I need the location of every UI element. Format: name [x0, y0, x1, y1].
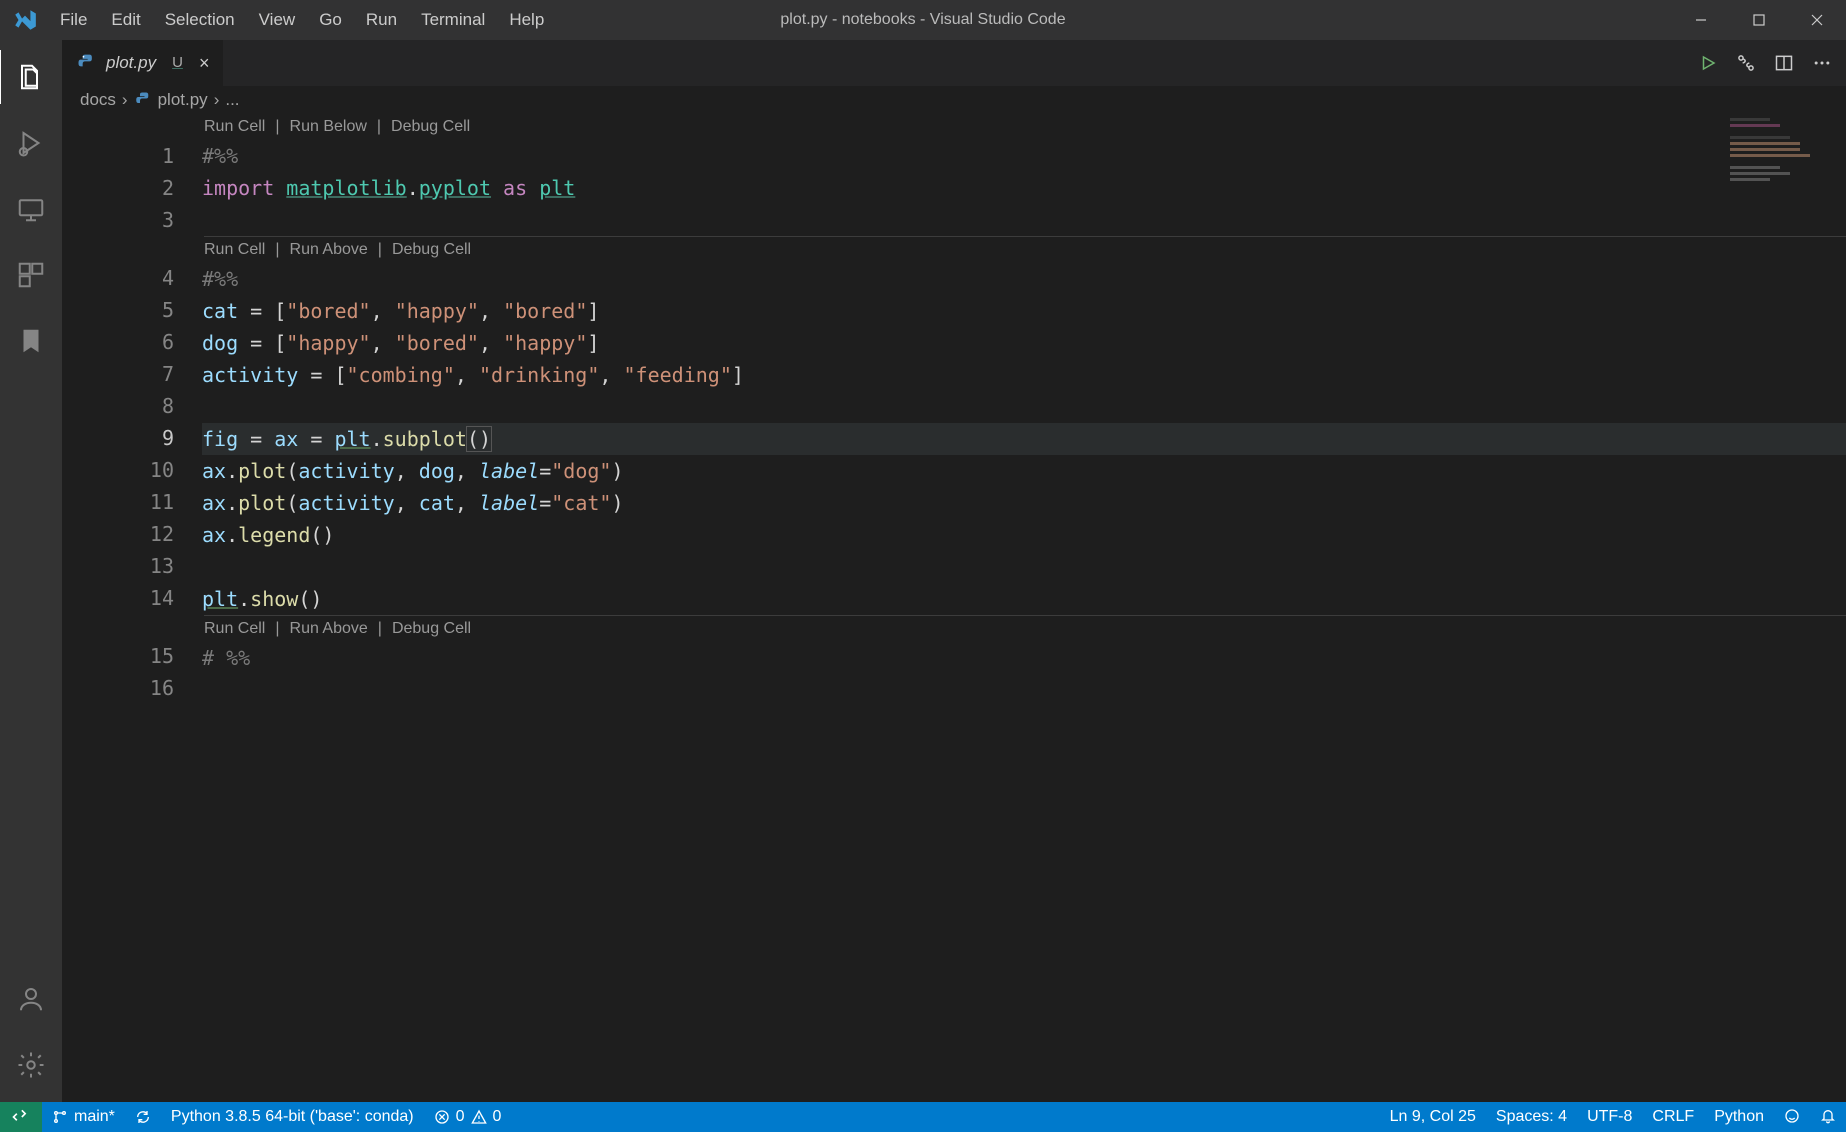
- activity-bar: [0, 40, 62, 1102]
- code-line[interactable]: cat = ["bored", "happy", "bored"]: [202, 295, 1846, 327]
- status-spaces[interactable]: Spaces: 4: [1486, 1108, 1577, 1126]
- minimize-button[interactable]: [1672, 0, 1730, 40]
- menu-selection[interactable]: Selection: [153, 0, 247, 40]
- status-cursor[interactable]: Ln 9, Col 25: [1380, 1108, 1486, 1126]
- code-line[interactable]: import matplotlib.pyplot as plt: [202, 172, 1846, 204]
- code-line[interactable]: [202, 391, 1846, 423]
- code-line[interactable]: plt.show(): [202, 583, 1846, 615]
- code-line[interactable]: ax.plot(activity, dog, label="dog"): [202, 455, 1846, 487]
- code-line[interactable]: ax.plot(activity, cat, label="cat"): [202, 487, 1846, 519]
- menu-file[interactable]: File: [48, 0, 99, 40]
- close-button[interactable]: [1788, 0, 1846, 40]
- breadcrumb-item[interactable]: plot.py: [158, 90, 208, 110]
- remote-status-icon[interactable]: [0, 1102, 42, 1132]
- minimap[interactable]: [1726, 114, 1836, 204]
- code-line[interactable]: activity = ["combing", "drinking", "feed…: [202, 359, 1846, 391]
- codelens-cell2: Run Cell| Run Above| Debug Cell: [204, 236, 1846, 263]
- explorer-icon[interactable]: [0, 50, 63, 104]
- code-line[interactable]: ax.legend(): [202, 519, 1846, 551]
- status-eol[interactable]: CRLF: [1642, 1108, 1704, 1126]
- codelens-run-cell[interactable]: Run Cell: [204, 616, 265, 642]
- code-line[interactable]: #%%: [202, 140, 1846, 172]
- status-encoding[interactable]: UTF-8: [1577, 1108, 1642, 1126]
- status-problems[interactable]: 0 0: [424, 1102, 512, 1132]
- python-file-icon: [134, 91, 152, 109]
- status-interpreter[interactable]: Python 3.8.5 64-bit ('base': conda): [161, 1102, 424, 1132]
- tab-filename: plot.py: [106, 53, 156, 73]
- code-editor[interactable]: 1 2 3 4 5 6 7 8 9 10 11 12 13 14 15 16: [62, 114, 1846, 1102]
- codelens-run-below[interactable]: Run Below: [290, 114, 367, 140]
- bookmark-icon[interactable]: [0, 314, 62, 368]
- breadcrumb-item[interactable]: docs: [80, 90, 116, 110]
- breadcrumb-item[interactable]: ...: [225, 90, 239, 110]
- codelens-run-cell[interactable]: Run Cell: [204, 114, 265, 140]
- code-line[interactable]: [202, 551, 1846, 583]
- vscode-logo-icon: [12, 7, 38, 33]
- tab-plot-py[interactable]: plot.py U ×: [62, 40, 223, 86]
- menu-help[interactable]: Help: [497, 0, 556, 40]
- title-bar: File Edit Selection View Go Run Terminal…: [0, 0, 1846, 40]
- run-debug-icon[interactable]: [0, 116, 62, 170]
- run-file-icon[interactable]: [1696, 51, 1720, 75]
- menu-terminal[interactable]: Terminal: [409, 0, 497, 40]
- menu-edit[interactable]: Edit: [99, 0, 152, 40]
- codelens-debug-cell[interactable]: Debug Cell: [391, 114, 470, 140]
- menu-go[interactable]: Go: [307, 0, 354, 40]
- status-feedback-icon[interactable]: [1774, 1108, 1810, 1124]
- line-number-gutter: 1 2 3 4 5 6 7 8 9 10 11 12 13 14 15 16: [62, 114, 202, 1102]
- status-branch[interactable]: main*: [42, 1102, 125, 1132]
- codelens-run-cell[interactable]: Run Cell: [204, 237, 265, 263]
- split-editor-icon[interactable]: [1772, 51, 1796, 75]
- python-file-icon: [76, 53, 96, 73]
- menu-bar: File Edit Selection View Go Run Terminal…: [48, 0, 556, 40]
- more-actions-icon[interactable]: [1810, 51, 1834, 75]
- status-sync-icon[interactable]: [125, 1102, 161, 1132]
- settings-gear-icon[interactable]: [0, 1038, 62, 1092]
- code-line[interactable]: # %%: [202, 642, 1846, 674]
- compare-changes-icon[interactable]: [1734, 51, 1758, 75]
- remote-explorer-icon[interactable]: [0, 182, 62, 236]
- menu-run[interactable]: Run: [354, 0, 409, 40]
- tab-close-icon[interactable]: ×: [199, 54, 210, 72]
- code-line[interactable]: [202, 204, 1846, 236]
- tab-bar: plot.py U ×: [62, 40, 1846, 86]
- codelens-run-above[interactable]: Run Above: [290, 616, 368, 642]
- maximize-button[interactable]: [1730, 0, 1788, 40]
- code-line-current[interactable]: fig = ax = plt.subplot(): [202, 423, 1846, 455]
- code-line[interactable]: [202, 674, 1846, 706]
- window-controls: [1672, 0, 1846, 40]
- accounts-icon[interactable]: [0, 972, 62, 1026]
- code-line[interactable]: dog = ["happy", "bored", "happy"]: [202, 327, 1846, 359]
- codelens-cell1: Run Cell| Run Below| Debug Cell: [204, 114, 1846, 140]
- chevron-right-icon: ›: [214, 90, 220, 110]
- tab-modified-marker: U: [172, 54, 183, 71]
- codelens-cell3: Run Cell| Run Above| Debug Cell: [204, 615, 1846, 642]
- menu-view[interactable]: View: [247, 0, 308, 40]
- status-bell-icon[interactable]: [1810, 1108, 1846, 1124]
- codelens-run-above[interactable]: Run Above: [290, 237, 368, 263]
- status-language[interactable]: Python: [1704, 1108, 1774, 1126]
- extensions-icon[interactable]: [0, 248, 62, 302]
- chevron-right-icon: ›: [122, 90, 128, 110]
- breadcrumb[interactable]: docs › plot.py › ...: [62, 86, 1846, 114]
- codelens-debug-cell[interactable]: Debug Cell: [392, 237, 471, 263]
- status-bar: main* Python 3.8.5 64-bit ('base': conda…: [0, 1102, 1846, 1132]
- code-line[interactable]: #%%: [202, 263, 1846, 295]
- codelens-debug-cell[interactable]: Debug Cell: [392, 616, 471, 642]
